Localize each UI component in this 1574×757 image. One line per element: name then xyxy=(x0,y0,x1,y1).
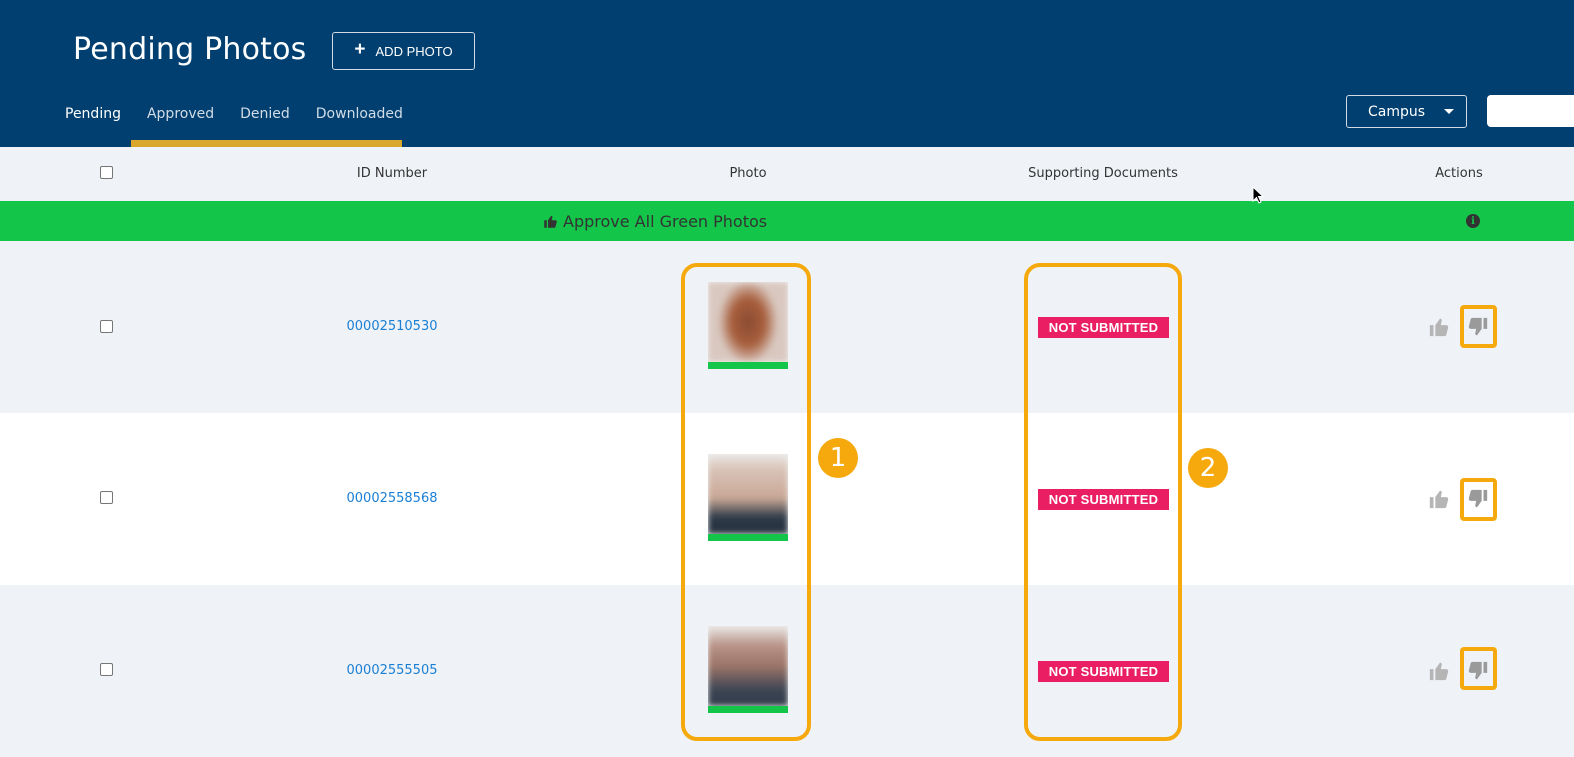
tab-approved[interactable]: Approved xyxy=(134,100,227,128)
tab-downloaded[interactable]: Downloaded xyxy=(303,100,416,128)
info-icon[interactable]: i xyxy=(1466,214,1480,228)
deny-button-highlight xyxy=(1460,478,1497,521)
table-header: ID Number Photo Supporting Documents Act… xyxy=(0,147,1574,201)
status-tabs: Pending Approved Denied Downloaded xyxy=(52,100,416,128)
callout-marker-2: 2 xyxy=(1188,448,1228,488)
callout-marker-1: 1 xyxy=(818,438,858,478)
thumbs-up-icon[interactable] xyxy=(1428,660,1450,682)
row-checkbox[interactable] xyxy=(100,663,113,676)
approve-all-button[interactable]: Approve All Green Photos xyxy=(543,212,767,231)
select-all-checkbox[interactable] xyxy=(100,166,113,179)
page-header: Pending Photos + ADD PHOTO Pending Appro… xyxy=(0,0,1574,147)
tab-denied[interactable]: Denied xyxy=(227,100,303,128)
id-number-link[interactable]: 00002510530 xyxy=(347,319,438,334)
add-photo-button[interactable]: + ADD PHOTO xyxy=(332,32,475,70)
documents-column-highlight xyxy=(1024,263,1182,741)
chevron-down-icon xyxy=(1444,109,1454,114)
page-title: Pending Photos xyxy=(73,32,307,67)
column-header-actions: Actions xyxy=(1435,166,1483,181)
campus-select[interactable]: Campus xyxy=(1346,95,1467,128)
thumbs-up-icon[interactable] xyxy=(1428,488,1450,510)
thumbs-up-icon xyxy=(544,215,557,228)
deny-button-highlight xyxy=(1460,647,1497,690)
approve-all-label: Approve All Green Photos xyxy=(563,212,768,231)
search-input[interactable] xyxy=(1487,95,1574,127)
column-header-id-number: ID Number xyxy=(356,166,428,181)
row-checkbox[interactable] xyxy=(100,491,113,504)
id-number-link[interactable]: 00002558568 xyxy=(347,491,438,506)
column-header-supporting-documents: Supporting Documents xyxy=(1028,166,1178,181)
add-photo-label: ADD PHOTO xyxy=(375,43,453,59)
deny-button-highlight xyxy=(1460,305,1497,348)
mouse-cursor-icon xyxy=(1252,186,1265,204)
campus-select-value: Campus xyxy=(1368,103,1426,120)
row-checkbox[interactable] xyxy=(100,320,113,333)
thumbs-up-icon[interactable] xyxy=(1428,316,1450,338)
photo-column-highlight xyxy=(681,263,811,741)
tab-pending[interactable]: Pending xyxy=(52,100,134,128)
column-header-photo: Photo xyxy=(729,166,767,181)
plus-icon: + xyxy=(354,39,366,60)
approve-all-bar: Approve All Green Photos i xyxy=(0,201,1574,241)
tab-underline xyxy=(131,140,402,147)
id-number-link[interactable]: 00002555505 xyxy=(347,663,438,678)
